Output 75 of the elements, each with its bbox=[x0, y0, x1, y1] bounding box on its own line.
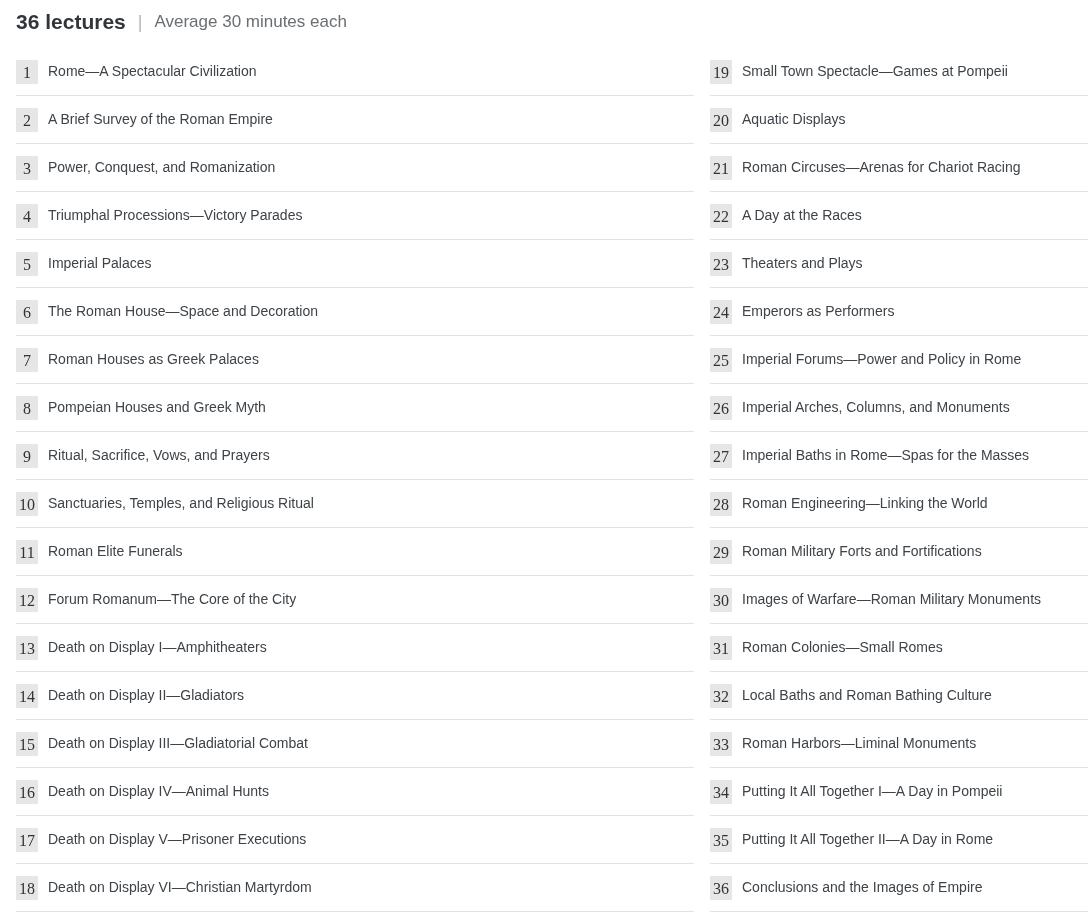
lecture-number: 8 bbox=[16, 395, 38, 420]
lecture-title: Local Baths and Roman Bathing Culture bbox=[742, 686, 992, 705]
lecture-number: 12 bbox=[16, 587, 38, 612]
lecture-number: 5 bbox=[16, 251, 38, 276]
lecture-number: 22 bbox=[710, 203, 732, 228]
lecture-title: Rome—A Spectacular Civilization bbox=[48, 62, 257, 81]
lecture-title: Imperial Baths in Rome—Spas for the Masses bbox=[742, 446, 1030, 465]
lecture-number: 31 bbox=[710, 635, 732, 660]
lecture-title: Images of Warfare—Roman Military Monuments bbox=[742, 590, 1042, 609]
lecture-title: Theaters and Plays bbox=[742, 254, 863, 273]
lecture-title: Triumphal Processions—Victory Parades bbox=[48, 206, 303, 225]
lecture-number: 1 bbox=[16, 59, 38, 84]
lecture-title: Forum Romanum—The Core of the City bbox=[48, 590, 297, 609]
lecture-title: Aquatic Displays bbox=[742, 110, 846, 129]
lecture-title: Putting It All Together I—A Day in Pompeii bbox=[742, 782, 1003, 801]
lecture-number: 32 bbox=[710, 683, 732, 708]
lecture-number: 26 bbox=[710, 395, 732, 420]
lecture-title: Death on Display VI—Christian Martyrdom bbox=[48, 878, 312, 897]
lecture-title: Putting It All Together II—A Day in Rome bbox=[742, 830, 994, 849]
lecture-number: 7 bbox=[16, 347, 38, 372]
lecture-title: Sanctuaries, Temples, and Religious Ritual bbox=[48, 494, 314, 513]
lecture-title: Roman Houses as Greek Palaces bbox=[48, 350, 259, 369]
lecture-number: 9 bbox=[16, 443, 38, 468]
lecture-title: Small Town Spectacle—Games at Pompeii bbox=[742, 62, 1008, 81]
lecture-count: 36 lectures bbox=[16, 9, 126, 36]
lecture-title: Roman Elite Funerals bbox=[48, 542, 183, 561]
lecture-number: 15 bbox=[16, 731, 38, 756]
lecture-title: A Day at the Races bbox=[742, 206, 862, 225]
lecture-title: Pompeian Houses and Greek Myth bbox=[48, 398, 266, 417]
lecture-number: 27 bbox=[710, 443, 732, 468]
lecture-title: The Roman House—Space and Decoration bbox=[48, 302, 319, 321]
lecture-number: 24 bbox=[710, 299, 732, 324]
lecture-title: Death on Display III—Gladiatorial Combat bbox=[48, 734, 308, 753]
lecture-title: Power, Conquest, and Romanization bbox=[48, 158, 276, 177]
lecture-number: 18 bbox=[16, 875, 38, 900]
lecture-title: Ritual, Sacrifice, Vows, and Prayers bbox=[48, 446, 270, 465]
lecture-number: 11 bbox=[16, 539, 38, 564]
lecture-number: 25 bbox=[710, 347, 732, 372]
lecture-number: 3 bbox=[16, 155, 38, 180]
lecture-title: A Brief Survey of the Roman Empire bbox=[48, 110, 273, 129]
lecture-title: Imperial Palaces bbox=[48, 254, 152, 273]
lecture-title: Death on Display IV—Animal Hunts bbox=[48, 782, 269, 801]
lecture-number: 20 bbox=[710, 107, 732, 132]
duration-text: Average 30 minutes each bbox=[154, 11, 347, 34]
lecture-number: 6 bbox=[16, 299, 38, 324]
lecture-number: 2 bbox=[16, 107, 38, 132]
lecture-title: Death on Display V—Prisoner Executions bbox=[48, 830, 307, 849]
lecture-title: Death on Display II—Gladiators bbox=[48, 686, 245, 705]
lecture-number: 21 bbox=[710, 155, 732, 180]
lecture-title: Roman Engineering—Linking the World bbox=[742, 494, 988, 513]
lecture-number: 29 bbox=[710, 539, 732, 564]
lecture-number: 34 bbox=[710, 779, 732, 804]
lecture-number: 4 bbox=[16, 203, 38, 228]
lecture-number: 30 bbox=[710, 587, 732, 612]
lecture-title: Roman Colonies—Small Romes bbox=[742, 638, 943, 657]
lecture-number: 36 bbox=[710, 875, 732, 900]
lecture-title: Death on Display I—Amphitheaters bbox=[48, 638, 267, 657]
lecture-number: 23 bbox=[710, 251, 732, 276]
lecture-title: Imperial Forums—Power and Policy in Rome bbox=[742, 350, 1022, 369]
lecture-title: Roman Circuses—Arenas for Chariot Racing bbox=[742, 158, 1021, 177]
lecture-title: Imperial Arches, Columns, and Monuments bbox=[742, 398, 1010, 417]
lecture-title: Roman Military Forts and Fortifications bbox=[742, 542, 982, 561]
lecture-number: 35 bbox=[710, 827, 732, 852]
lecture-number: 10 bbox=[16, 491, 38, 516]
separator: | bbox=[137, 10, 143, 34]
lecture-number: 28 bbox=[710, 491, 732, 516]
lecture-title: Conclusions and the Images of Empire bbox=[742, 878, 983, 897]
lecture-title: Emperors as Performers bbox=[742, 302, 895, 321]
lecture-number: 17 bbox=[16, 827, 38, 852]
lecture-number: 19 bbox=[710, 59, 732, 84]
lecture-number: 16 bbox=[16, 779, 38, 804]
lecture-number: 33 bbox=[710, 731, 732, 756]
lecture-number: 13 bbox=[16, 635, 38, 660]
lecture-number: 14 bbox=[16, 683, 38, 708]
lecture-title: Roman Harbors—Liminal Monuments bbox=[742, 734, 977, 753]
